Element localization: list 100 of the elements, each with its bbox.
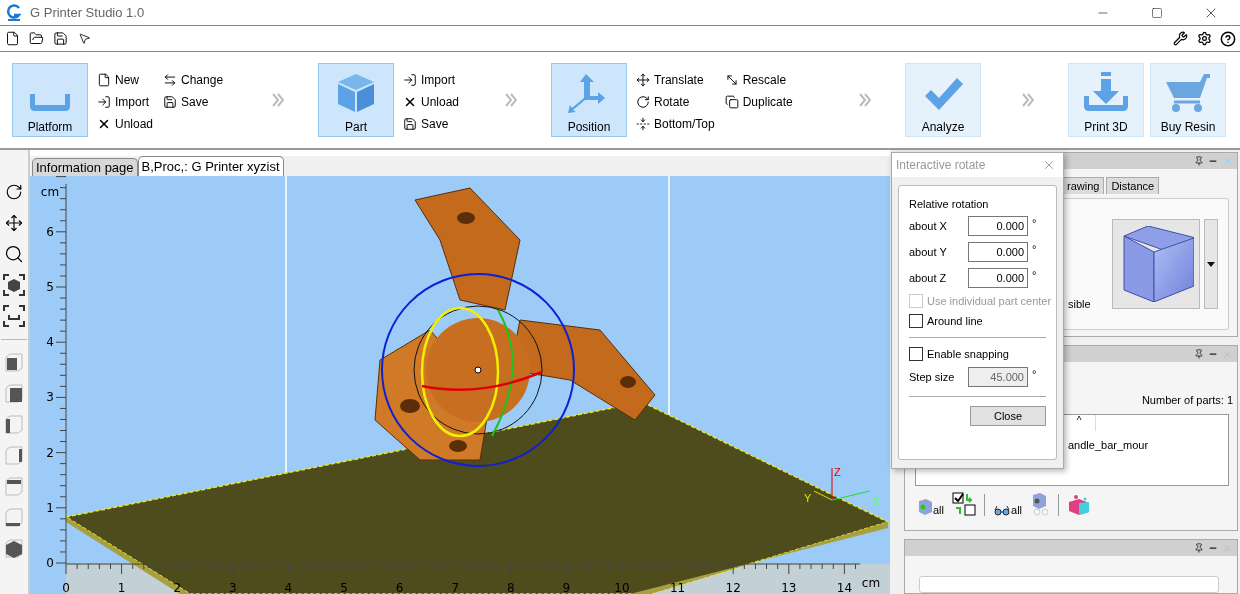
- ruler-label: 4: [284, 581, 293, 594]
- parts-count: Number of parts: 1: [1141, 394, 1233, 406]
- dialog-title: Interactive rotate: [896, 158, 986, 172]
- view-preset-icon[interactable]: [2, 506, 26, 530]
- ruler-label: 14: [836, 581, 853, 594]
- view-preset-icon[interactable]: [2, 537, 26, 561]
- field-label: Step size: [909, 371, 955, 383]
- view-cube-icon: [3, 352, 25, 374]
- ribbon-button[interactable]: Analyze: [905, 63, 981, 137]
- degree-unit: °: [1032, 368, 1038, 380]
- field-label: about Y: [909, 246, 947, 258]
- chevron-icon: [1022, 93, 1034, 107]
- ribbon-item[interactable]: Save: [163, 93, 224, 111]
- view-cube-icon: [3, 538, 25, 560]
- move-arrows-icon: [636, 73, 650, 87]
- view-preset-icon[interactable]: [2, 382, 26, 406]
- duplicate-icon: [724, 95, 739, 109]
- ribbon-button[interactable]: Part: [318, 63, 394, 137]
- show-all-button[interactable]: all: [917, 498, 944, 516]
- ruler-label: 1: [117, 581, 126, 594]
- ribbon-item[interactable]: Unload: [97, 115, 154, 133]
- field-label: about Z: [909, 272, 947, 284]
- colored-cube-icon[interactable]: [1067, 494, 1092, 516]
- pin-icon[interactable]: [1194, 349, 1204, 359]
- toggle-selection-icon[interactable]: [952, 492, 976, 516]
- pin-icon[interactable]: [1194, 543, 1204, 553]
- ribbon-button[interactable]: Print 3D: [1068, 63, 1144, 137]
- swap-arrows-icon: [163, 73, 178, 87]
- pin-icon[interactable]: [1194, 156, 1204, 166]
- document-tab[interactable]: Information page: [32, 158, 138, 176]
- degree-unit: °: [1032, 217, 1038, 229]
- ribbon-item[interactable]: Rescale: [724, 71, 793, 89]
- view-cube-button[interactable]: [1112, 219, 1200, 309]
- view-preset-icon[interactable]: [2, 413, 26, 437]
- close-button[interactable]: Close: [970, 406, 1046, 426]
- view-cube-icon: [3, 414, 25, 436]
- ruler-label: 3: [229, 581, 237, 594]
- section-label: Relative rotation: [909, 198, 990, 210]
- ribbon-item[interactable]: Import: [403, 71, 460, 89]
- import-icon: [97, 95, 111, 109]
- degree-unit: °: [1032, 243, 1038, 255]
- panel-tab[interactable]: rawing: [1062, 177, 1105, 194]
- ribbon-item[interactable]: Change: [163, 71, 224, 89]
- option-label: Around line: [927, 315, 983, 327]
- ruler-label: 0: [62, 581, 70, 594]
- app-logo-icon: [6, 3, 22, 22]
- ruler-label: 5: [340, 581, 348, 594]
- fit-platform-icon[interactable]: [2, 304, 26, 328]
- chevron-icon: [505, 93, 517, 107]
- degree-unit: °: [1032, 269, 1038, 281]
- ruler-label: 2: [173, 581, 181, 594]
- hide-part-icon[interactable]: [1030, 492, 1051, 516]
- axis-label: Z: [834, 466, 841, 478]
- rotate-icon: [636, 95, 650, 109]
- maximize-icon[interactable]: [1151, 6, 1163, 19]
- view-preset-icon[interactable]: [2, 351, 26, 375]
- view-preset-icon[interactable]: [2, 475, 26, 499]
- unload-x-icon: [97, 117, 111, 131]
- ribbon-item[interactable]: New: [97, 71, 154, 89]
- checkbox[interactable]: [909, 314, 923, 328]
- ruler-label: 13: [781, 581, 797, 594]
- axis-triad-drawing: [813, 467, 871, 501]
- save-icon: [163, 95, 178, 109]
- save-icon: [403, 117, 417, 131]
- ribbon-button[interactable]: Buy Resin: [1150, 63, 1226, 137]
- dropdown-arrow-icon: [1207, 261, 1215, 267]
- ruler-unit: cm: [861, 576, 881, 590]
- axis-label: Y: [804, 492, 812, 504]
- ribbon-item[interactable]: Translate: [636, 71, 715, 89]
- ribbon-item[interactable]: Import: [97, 93, 154, 111]
- ribbon-item[interactable]: Rotate: [636, 93, 715, 111]
- angle-input[interactable]: 0.000: [968, 242, 1028, 262]
- ribbon-button[interactable]: Position: [551, 63, 627, 137]
- view-cube-icon: [3, 445, 25, 467]
- ribbon-item[interactable]: Save: [403, 115, 460, 133]
- visibility-label: sible: [1068, 298, 1091, 310]
- document-tab[interactable]: B,Proc,: G Printer xyzist: [137, 156, 284, 176]
- panel-tab[interactable]: Distance: [1106, 177, 1160, 194]
- view-cube-icon: [3, 383, 25, 405]
- ruler-label: 2: [46, 445, 54, 460]
- diagonal-arrow-icon: [724, 73, 739, 87]
- ruler-label: 3: [46, 390, 54, 405]
- glasses-all-button[interactable]: all: [993, 504, 1023, 516]
- ribbon-item[interactable]: Duplicate: [724, 93, 793, 111]
- view-cube-icon: [3, 476, 25, 498]
- ruler-label: 4: [46, 335, 54, 350]
- view-preset-icon[interactable]: [2, 444, 26, 468]
- window-title: G Printer Studio 1.0: [30, 5, 146, 20]
- ribbon-item[interactable]: Bottom/Top: [636, 115, 715, 133]
- cube-icon: [336, 72, 376, 114]
- ruler-label: 0: [46, 556, 54, 570]
- tray-icon: [27, 92, 73, 114]
- fit-cube-icon[interactable]: [2, 273, 26, 297]
- ribbon-item[interactable]: Unload: [403, 93, 460, 111]
- checkbox[interactable]: [909, 347, 923, 361]
- ribbon-button[interactable]: Platform: [12, 63, 88, 137]
- angle-input[interactable]: 0.000: [968, 216, 1028, 236]
- angle-input[interactable]: 0.000: [968, 268, 1028, 288]
- ruler-label: 10: [614, 581, 630, 594]
- view-cube-icon: [3, 507, 25, 529]
